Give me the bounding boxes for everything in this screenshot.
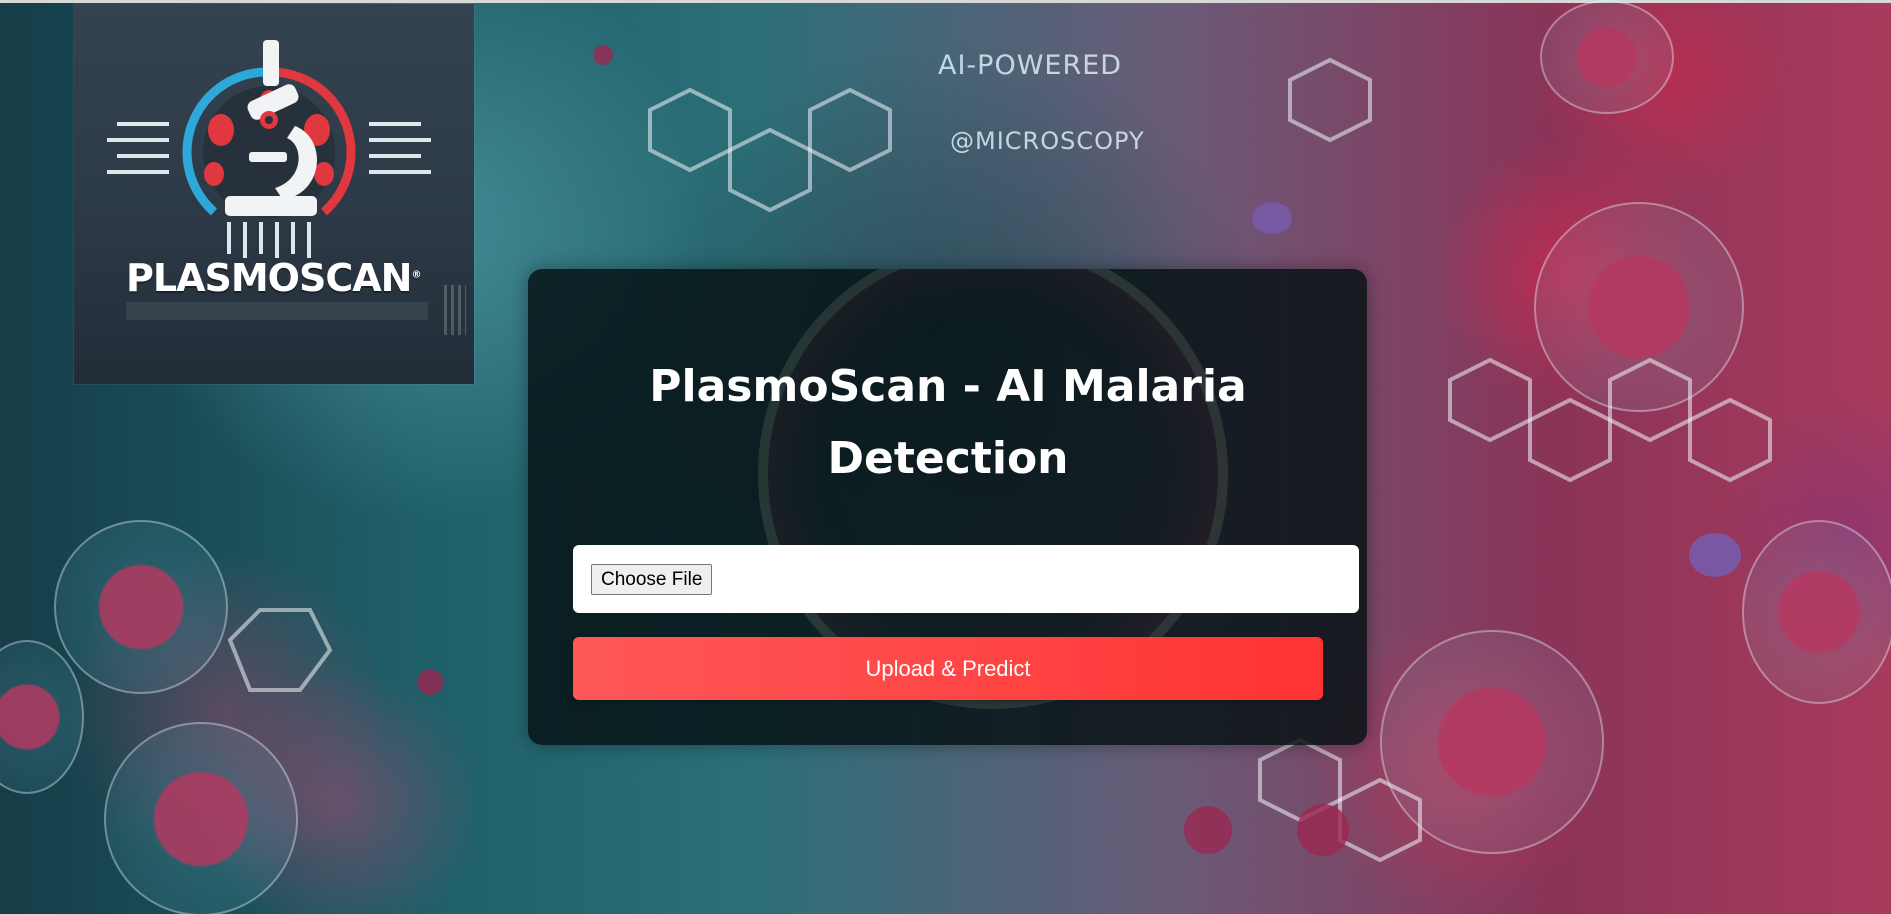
- logo-text: PLASMOSCAN: [126, 256, 412, 300]
- page-title: PlasmoScan - AI Malaria Detection: [649, 361, 1247, 484]
- logo-underline: [126, 302, 428, 320]
- background-cell: [54, 520, 228, 694]
- background-cell: [1380, 630, 1604, 854]
- background-cell: [1534, 202, 1744, 412]
- upload-predict-button[interactable]: Upload & Predict: [573, 637, 1323, 700]
- background-cell: [1540, 0, 1674, 114]
- background-cell: [1742, 520, 1891, 704]
- background-headline: AI-POWERED: [938, 50, 1123, 81]
- background-cell: [104, 722, 298, 914]
- choose-file-button[interactable]: Choose File: [591, 564, 713, 595]
- background-cell: [0, 640, 84, 794]
- file-input-field[interactable]: Choose File: [573, 545, 1359, 613]
- registered-mark: ®: [411, 269, 421, 281]
- logo-wordmark: PLASMOSCAN®: [126, 256, 436, 300]
- upload-panel: PlasmoScan - AI Malaria Detection Choose…: [528, 269, 1367, 745]
- logo-decoration: [444, 285, 466, 335]
- background-subheadline: @MICROSCOPY: [950, 127, 1145, 155]
- microscope-logo-icon: [107, 40, 431, 258]
